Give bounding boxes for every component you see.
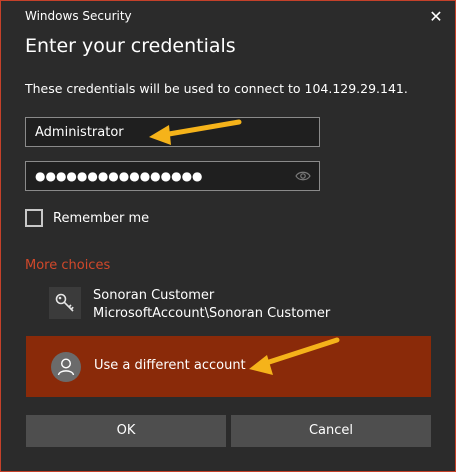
title-bar: Windows Security ✕ [1,1,455,33]
dialog-heading: Enter your credentials [25,35,236,57]
password-field[interactable]: ●●●●●●●●●●●●●●●● [25,161,320,191]
reveal-password-icon[interactable] [295,168,311,184]
annotation-arrow-username [149,119,242,145]
cancel-button[interactable]: Cancel [231,415,431,447]
use-different-account-option[interactable]: Use a different account [26,336,431,397]
annotation-arrow-different-account [249,337,340,375]
remember-me-checkbox[interactable] [25,209,43,227]
close-icon[interactable]: ✕ [423,5,449,29]
key-icon [49,287,81,319]
saved-account-option[interactable]: Sonoran Customer MicrosoftAccount\Sonora… [49,287,330,323]
remember-me-row[interactable]: Remember me [25,209,149,227]
remember-me-label: Remember me [53,210,150,226]
use-different-account-label: Use a different account [94,358,246,373]
credentials-dialog: Windows Security ✕ Enter your credential… [0,0,456,472]
window-title: Windows Security [25,9,132,23]
dialog-description: These credentials will be used to connec… [25,81,408,96]
ok-button[interactable]: OK [26,415,226,447]
more-choices-label: More choices [25,258,111,273]
account-identifier: MicrosoftAccount\Sonoran Customer [93,306,331,321]
account-name: Sonoran Customer [93,288,215,303]
person-icon [51,352,81,382]
password-mask: ●●●●●●●●●●●●●●●● [35,169,203,183]
